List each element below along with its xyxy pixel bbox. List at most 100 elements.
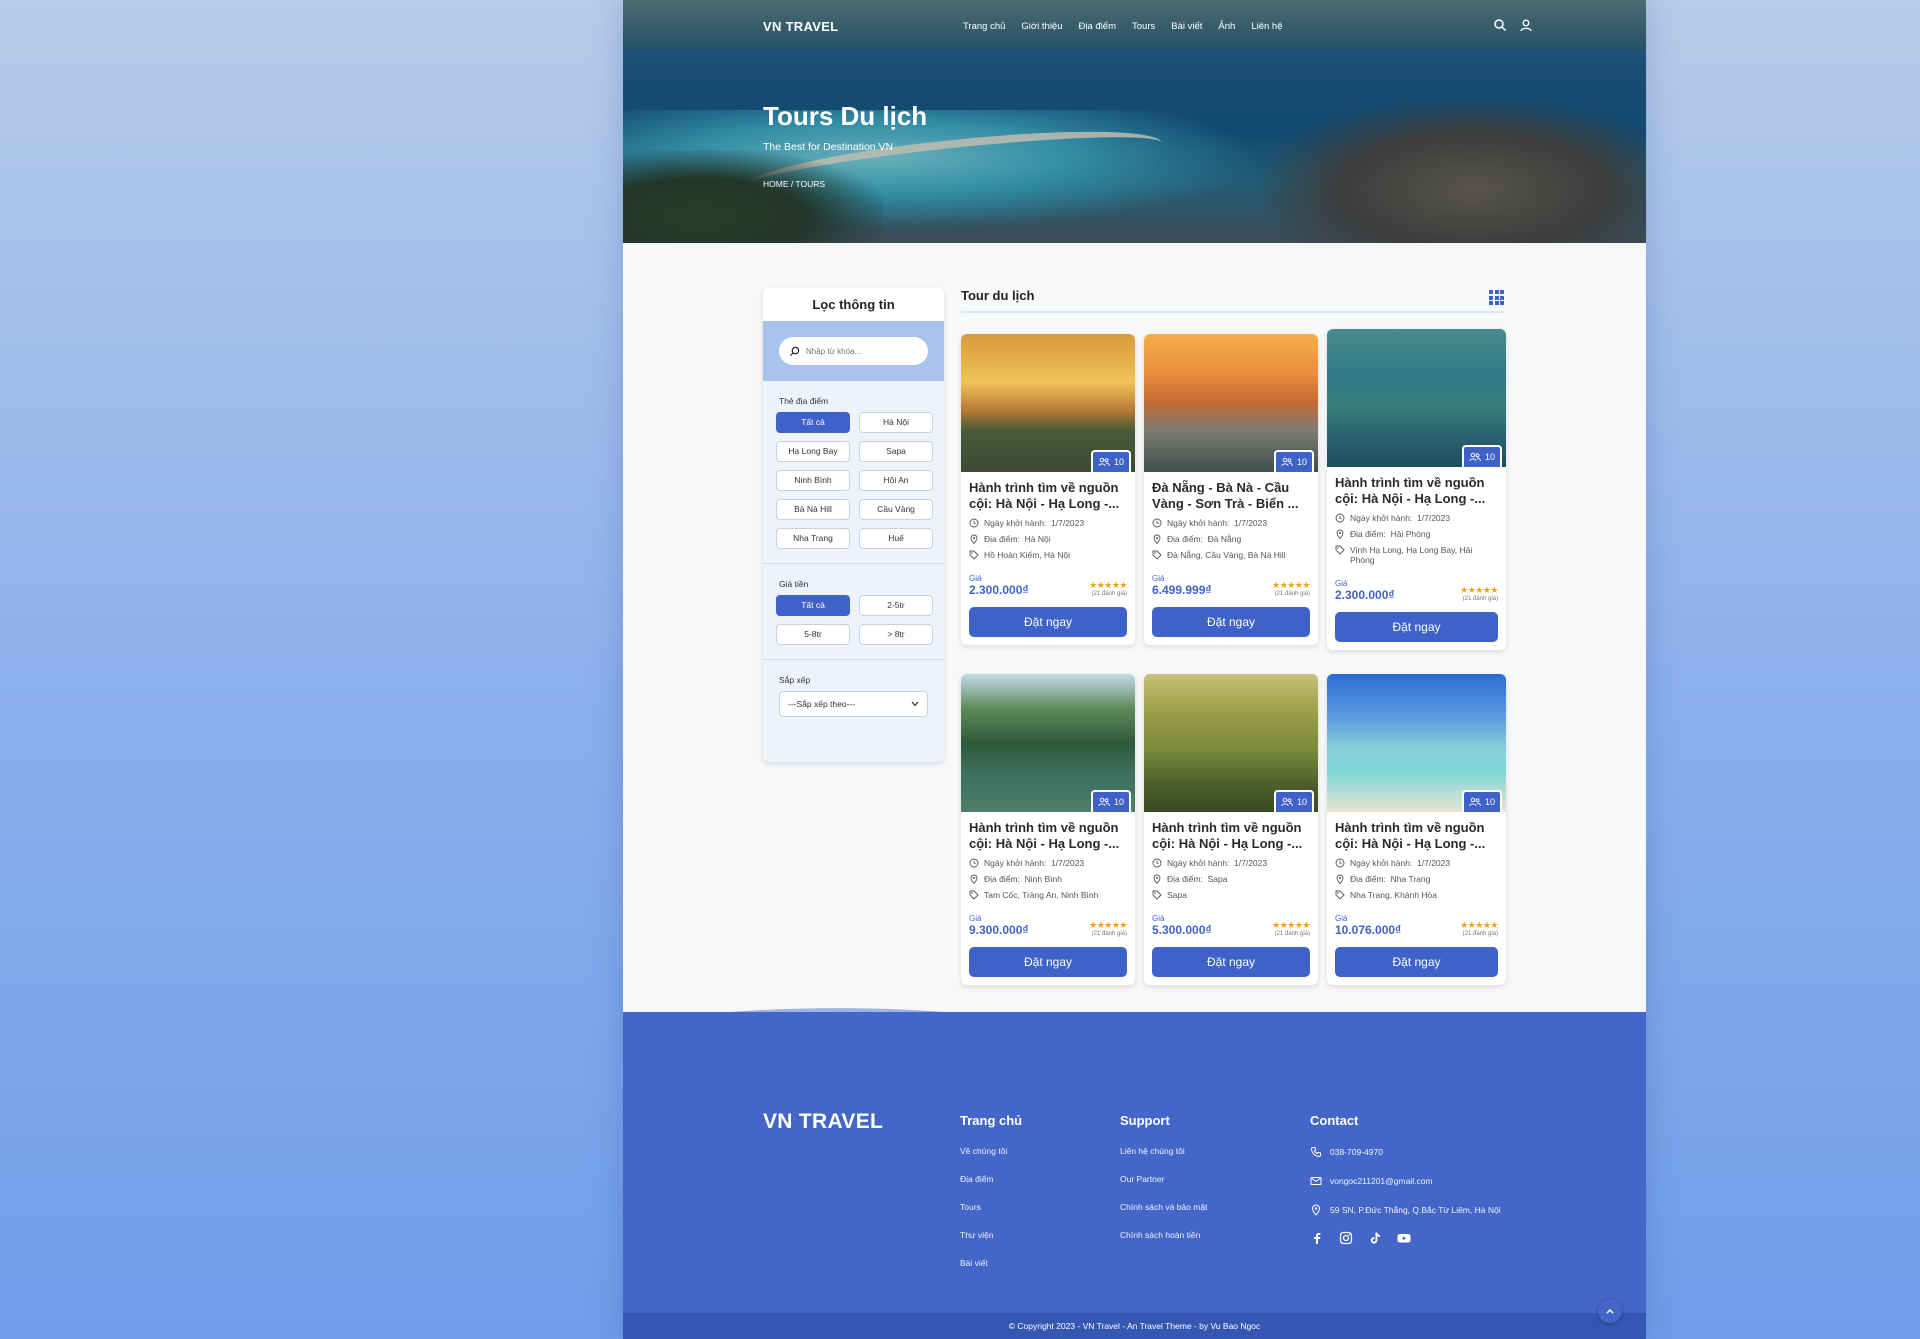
tour-image[interactable]: 10 [1327,674,1506,812]
footer-link-tours[interactable]: Tours [960,1202,1022,1212]
price-chip-8plus[interactable]: > 8tr [859,624,933,645]
tour-title[interactable]: Hành trình tìm về nguồn cội: Hà Nội - Hạ… [969,820,1127,852]
search-input[interactable] [806,346,926,356]
divider [763,659,944,660]
tiktok-icon[interactable] [1368,1231,1382,1245]
footer-link-contact[interactable]: Liên hệ chúng tôi [1120,1146,1207,1156]
book-now-button[interactable]: Đặt ngay [1335,947,1498,977]
contact-phone[interactable]: 038-709-4970 [1310,1146,1501,1158]
book-now-button[interactable]: Đặt ngay [969,607,1127,637]
tour-title[interactable]: Hành trình tìm về nguồn cội: Hà Nội - Hạ… [1152,820,1310,852]
search-box[interactable] [779,337,928,365]
social-links [1310,1231,1501,1245]
book-now-button[interactable]: Đặt ngay [1152,947,1310,977]
sort-select[interactable]: ---Sắp xếp theo--- [779,691,928,717]
contact-email[interactable]: vongoc211201@gmail.com [1310,1175,1501,1187]
location-chip-nhatrang[interactable]: Nha Trang [776,528,850,549]
tour-image[interactable]: 10 [1327,329,1506,467]
tour-image[interactable]: 10 [1144,334,1318,472]
nav-link-destinations[interactable]: Địa điểm [1079,21,1117,32]
price-filter-label: Giá tiền [779,579,809,589]
divider [763,563,944,564]
price-chip-2-5[interactable]: 2-5tr [859,595,933,616]
user-icon[interactable] [1519,18,1533,32]
youtube-icon[interactable] [1397,1231,1411,1245]
clock-icon [1335,858,1345,868]
footer-link-destinations[interactable]: Địa điểm [960,1174,1022,1184]
location-chip-all[interactable]: Tất cả [776,412,850,433]
location-chip-hoian[interactable]: Hội An [859,470,933,491]
tour-image[interactable]: 10 [1144,674,1318,812]
book-now-button[interactable]: Đặt ngay [1152,607,1310,637]
grid-view-icon[interactable] [1489,290,1504,305]
location-chip-hanoi[interactable]: Hà Nội [859,412,933,433]
breadcrumb[interactable]: HOME / TOURS [763,179,825,189]
price-chip-5-8[interactable]: 5-8tr [776,624,850,645]
tour-image[interactable]: 10 [961,674,1135,812]
footer-link-posts[interactable]: Bài viết [960,1258,1022,1268]
back-to-top-button[interactable] [1598,1299,1622,1323]
book-now-button[interactable]: Đặt ngay [969,947,1127,977]
location-chip-hue[interactable]: Huế [859,528,933,549]
tour-image[interactable]: 10 [961,334,1135,472]
sort-select-value: ---Sắp xếp theo--- [788,699,856,709]
tour-card: 10 Hành trình tìm về nguồn cội: Hà Nội - … [1327,674,1506,985]
location-chip-sapa[interactable]: Sapa [859,441,933,462]
nav-link-photos[interactable]: Ảnh [1218,21,1235,32]
tour-title[interactable]: Hành trình tìm về nguồn cội: Hà Nội - Hạ… [1335,820,1498,852]
location-chip-ninhbinh[interactable]: Ninh Bình [776,470,850,491]
tour-tags: Vịnh Hạ Long, Hạ Long Bay, Hải Phòng [1335,545,1498,565]
location-chip-cauvang[interactable]: Cầu Vàng [859,499,933,520]
location-chip-halong[interactable]: Hạ Long Bay [776,441,850,462]
search-icon[interactable] [1493,18,1507,32]
location-pin-icon [1336,529,1344,539]
rating-stars-icon: ★★★★★ [1460,585,1498,595]
tour-price: 5.300.000₫ [1152,923,1212,937]
tour-date: Ngày khởi hành: 1/7/2023 [969,858,1127,868]
nav-link-about[interactable]: Giới thiệu [1021,21,1062,32]
footer-link-refund[interactable]: Chính sách hoàn tiền [1120,1230,1207,1240]
people-count-badge: 10 [1462,445,1502,467]
price-label: Giá [969,914,982,923]
rating-stars-icon: ★★★★★ [1272,580,1310,590]
location-pin-icon [1336,874,1344,884]
clock-icon [1152,518,1162,528]
tour-place: Địa điểm: Hải Phòng [1335,529,1498,539]
tours-section-title: Tour du lịch [961,288,1035,303]
tour-place: Địa điểm: Nha Trang [1335,874,1498,884]
tour-tags: Đà Nẵng, Cầu Vàng, Bà Nà Hill [1152,550,1310,560]
location-filter-label: Thẻ địa điểm [779,396,829,406]
tour-tags: Tam Cốc, Tràng An, Ninh Bình [969,890,1127,900]
tour-price: 2.300.000₫ [969,583,1029,597]
location-pin-icon [970,534,978,544]
filter-panel: Lọc thông tin Thẻ địa điểm Tất cả Hà Nội… [763,288,944,762]
nav-link-home[interactable]: Trang chủ [963,21,1005,32]
footer-logo[interactable]: VN TRAVEL [763,1110,883,1134]
nav-link-tours[interactable]: Tours [1132,21,1155,32]
tour-title[interactable]: Hành trình tìm về nguồn cội: Hà Nội - Hạ… [969,480,1127,512]
facebook-icon[interactable] [1310,1231,1324,1245]
site-logo[interactable]: VN TRAVEL [763,19,963,34]
location-pin-icon [1153,534,1161,544]
price-chip-all[interactable]: Tất cả [776,595,850,616]
footer-col-home: Trang chủ Về chúng tôi Địa điểm Tours Th… [960,1113,1022,1286]
footer-link-partner[interactable]: Our Partner [1120,1174,1207,1184]
book-now-button[interactable]: Đặt ngay [1335,612,1498,642]
tour-date: Ngày khởi hành: 1/7/2023 [969,518,1127,528]
people-icon [1469,797,1481,807]
chevron-down-icon [911,701,919,707]
page-title: Tours Du lịch [763,101,928,131]
location-chip-bana[interactable]: Bà Nà Hill [776,499,850,520]
footer-link-about[interactable]: Về chúng tôi [960,1146,1022,1156]
tag-icon [1152,890,1162,900]
clock-icon [1335,513,1345,523]
footer-link-privacy[interactable]: Chính sách và bảo mật [1120,1202,1207,1212]
footer-link-library[interactable]: Thư viện [960,1230,1022,1240]
tour-title[interactable]: Hành trình tìm về nguồn cội: Hà Nội - Hạ… [1335,475,1498,507]
instagram-icon[interactable] [1339,1231,1353,1245]
nav-link-contact[interactable]: Liên hệ [1251,21,1282,32]
nav-link-posts[interactable]: Bài viết [1171,21,1202,32]
tour-title[interactable]: Đà Nẵng - Bà Nà - Cầu Vàng - Sơn Trà - B… [1152,480,1310,512]
footer-col-title: Contact [1310,1113,1359,1128]
people-count-badge: 10 [1274,450,1314,472]
